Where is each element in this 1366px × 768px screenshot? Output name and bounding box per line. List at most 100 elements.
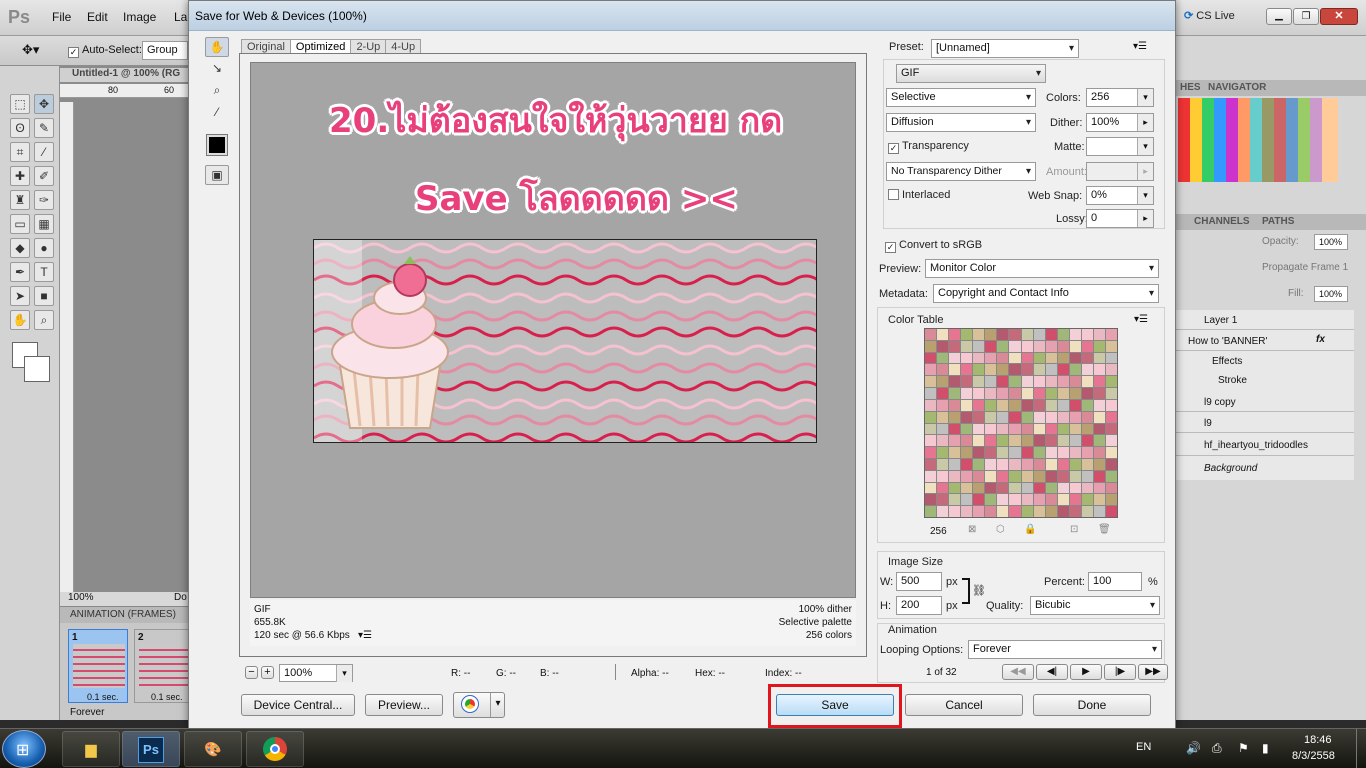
lossy-field[interactable]: 0 ▸ bbox=[1086, 209, 1154, 228]
color-swatch[interactable] bbox=[937, 482, 949, 494]
dither-algorithm-select[interactable]: Diffusion bbox=[886, 113, 1036, 132]
color-swatch[interactable] bbox=[1045, 388, 1057, 399]
auto-select-checkbox[interactable]: ✓ Auto-Select: bbox=[68, 44, 142, 58]
color-swatch[interactable] bbox=[1021, 388, 1033, 399]
color-swatch[interactable] bbox=[949, 494, 961, 506]
layer-effect-stroke[interactable]: Stroke bbox=[1176, 371, 1354, 389]
color-swatch[interactable] bbox=[973, 458, 985, 470]
color-swatch[interactable] bbox=[937, 364, 949, 376]
color-swatch[interactable] bbox=[961, 364, 973, 376]
quality-select[interactable]: Bicubic bbox=[1030, 596, 1160, 615]
tab-channels[interactable]: CHANNELS bbox=[1194, 216, 1250, 227]
color-swatch[interactable] bbox=[925, 447, 937, 458]
color-swatch[interactable] bbox=[1057, 423, 1069, 435]
network-icon[interactable]: ⎙ bbox=[1212, 741, 1222, 756]
layer-row[interactable]: Background bbox=[1176, 457, 1354, 479]
power-icon[interactable]: ▮ bbox=[1262, 741, 1269, 755]
metadata-select[interactable]: Copyright and Contact Info bbox=[933, 284, 1159, 303]
crop-tool-icon[interactable]: ⌗ bbox=[10, 142, 30, 162]
color-swatch[interactable] bbox=[985, 364, 997, 376]
color-swatch[interactable] bbox=[1033, 388, 1045, 399]
color-swatch[interactable] bbox=[997, 340, 1009, 352]
color-swatch[interactable] bbox=[937, 506, 949, 517]
color-swatch[interactable] bbox=[1033, 399, 1045, 411]
color-swatch[interactable] bbox=[937, 329, 949, 340]
color-swatch[interactable] bbox=[1009, 458, 1021, 470]
color-swatch[interactable] bbox=[1105, 388, 1117, 399]
explorer-taskbar-button[interactable]: ▆ bbox=[62, 731, 120, 767]
colors-field[interactable]: 256 ▾ bbox=[1086, 88, 1154, 107]
color-swatch[interactable] bbox=[949, 399, 961, 411]
map-color-icon[interactable]: ⊠ bbox=[968, 524, 976, 535]
color-swatch[interactable] bbox=[1069, 423, 1081, 435]
color-swatch[interactable] bbox=[1045, 364, 1057, 376]
color-swatch[interactable] bbox=[973, 506, 985, 517]
color-swatch[interactable] bbox=[1045, 435, 1057, 447]
tab-swatches[interactable]: HES bbox=[1180, 82, 1201, 93]
color-swatch[interactable] bbox=[925, 482, 937, 494]
first-frame-icon[interactable]: ◀◀ bbox=[1002, 664, 1034, 680]
percent-field[interactable]: 100 bbox=[1088, 572, 1142, 591]
color-swatch[interactable] bbox=[1069, 470, 1081, 482]
color-swatch[interactable] bbox=[961, 352, 973, 364]
color-swatch[interactable] bbox=[949, 340, 961, 352]
color-swatch[interactable] bbox=[1057, 482, 1069, 494]
color-swatch[interactable] bbox=[985, 482, 997, 494]
color-swatch[interactable] bbox=[1021, 399, 1033, 411]
color-swatch[interactable] bbox=[985, 435, 997, 447]
color-swatch[interactable] bbox=[949, 388, 961, 399]
preview-button[interactable]: Preview... bbox=[365, 694, 443, 716]
color-swatch[interactable] bbox=[949, 352, 961, 364]
color-swatch[interactable] bbox=[961, 399, 973, 411]
color-swatch[interactable] bbox=[1033, 494, 1045, 506]
color-swatch[interactable] bbox=[973, 423, 985, 435]
color-swatch[interactable] bbox=[949, 447, 961, 458]
color-swatch[interactable] bbox=[1105, 399, 1117, 411]
color-table-swatches[interactable] bbox=[924, 328, 1118, 518]
quick-select-tool-icon[interactable]: ✎ bbox=[34, 118, 54, 138]
color-swatch[interactable] bbox=[973, 447, 985, 458]
color-swatch[interactable] bbox=[937, 411, 949, 423]
color-swatch[interactable] bbox=[1069, 506, 1081, 517]
color-swatch[interactable] bbox=[1093, 506, 1105, 517]
color-swatch[interactable] bbox=[1081, 364, 1093, 376]
color-swatch[interactable] bbox=[1045, 458, 1057, 470]
color-swatch[interactable] bbox=[985, 376, 997, 388]
color-swatch[interactable] bbox=[985, 399, 997, 411]
color-swatch[interactable] bbox=[925, 470, 937, 482]
browser-select[interactable]: ▾ bbox=[453, 692, 505, 718]
document-tab[interactable]: Untitled-1 @ 100% (RG bbox=[60, 68, 190, 82]
color-swatch[interactable] bbox=[1057, 329, 1069, 340]
color-swatch[interactable] bbox=[1081, 376, 1093, 388]
color-swatch[interactable] bbox=[1069, 494, 1081, 506]
clock-date[interactable]: 8/3/2558 bbox=[1292, 750, 1335, 762]
frame-delay[interactable]: 0.1 sec. bbox=[151, 692, 183, 702]
color-swatch[interactable] bbox=[1081, 506, 1093, 517]
color-swatch[interactable] bbox=[1093, 340, 1105, 352]
looping-select[interactable]: Forever bbox=[968, 640, 1162, 659]
zoom-out-icon[interactable]: − bbox=[245, 666, 258, 679]
minimize-icon[interactable]: ▁ bbox=[1266, 8, 1292, 25]
color-swatch[interactable] bbox=[937, 470, 949, 482]
color-swatch[interactable] bbox=[997, 435, 1009, 447]
color-swatch[interactable] bbox=[1105, 411, 1117, 423]
color-swatch[interactable] bbox=[973, 352, 985, 364]
color-swatch[interactable] bbox=[937, 458, 949, 470]
color-swatch[interactable] bbox=[1081, 447, 1093, 458]
new-color-icon[interactable]: ⊡ bbox=[1070, 524, 1078, 535]
color-swatch[interactable] bbox=[973, 329, 985, 340]
color-swatch[interactable] bbox=[973, 340, 985, 352]
info-menu-icon[interactable]: ▾☰ bbox=[358, 630, 372, 641]
color-swatch[interactable] bbox=[925, 506, 937, 517]
color-swatch[interactable] bbox=[1057, 388, 1069, 399]
color-swatch[interactable] bbox=[1009, 364, 1021, 376]
color-swatch[interactable] bbox=[1069, 447, 1081, 458]
color-swatch[interactable] bbox=[985, 494, 997, 506]
format-select[interactable]: GIF bbox=[896, 64, 1046, 83]
color-swatch[interactable] bbox=[1081, 435, 1093, 447]
color-swatch[interactable] bbox=[1105, 506, 1117, 517]
cancel-button[interactable]: Cancel bbox=[905, 694, 1023, 716]
color-swatch[interactable] bbox=[1093, 364, 1105, 376]
color-swatch[interactable] bbox=[1021, 494, 1033, 506]
frame-delay[interactable]: 0.1 sec. bbox=[87, 692, 119, 702]
